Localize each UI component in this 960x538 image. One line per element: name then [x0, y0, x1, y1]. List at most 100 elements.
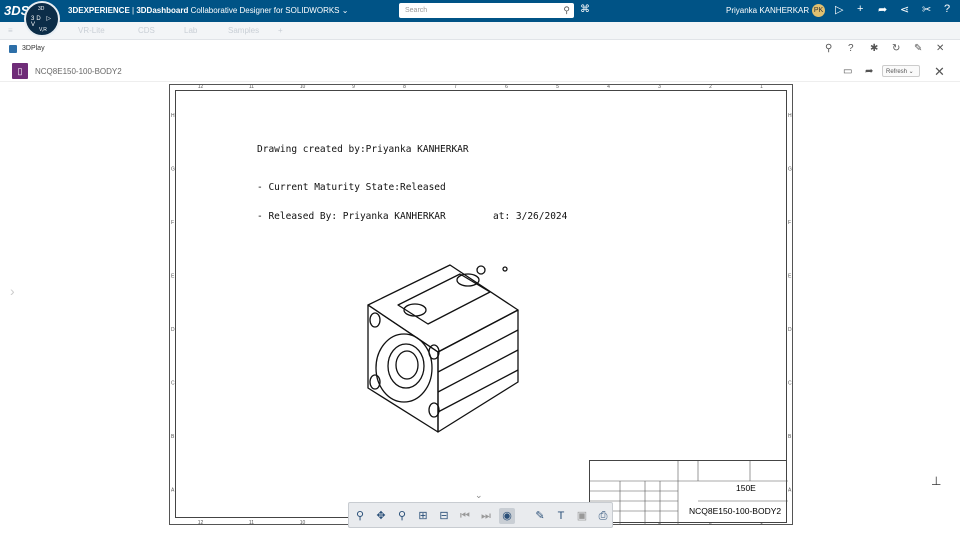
document-name: NCQ8E150-100-BODY2 — [35, 67, 122, 76]
3dplay-icon — [9, 45, 17, 53]
settings-icon[interactable]: ✱ — [870, 43, 878, 54]
help-icon[interactable]: ? — [848, 43, 854, 54]
zone-row-label: A — [171, 487, 175, 493]
pin-icon[interactable]: ✎ — [914, 43, 922, 54]
title-block-part-name: NCQ8E150-100-BODY2 — [689, 506, 782, 516]
comment-icon[interactable]: ▭ — [843, 66, 852, 77]
search-placeholder: Search — [405, 7, 428, 14]
dashboard-name[interactable]: 3DDashboard — [136, 6, 188, 15]
axis-triad-icon: ⊥ — [931, 474, 942, 488]
tag-icon[interactable]: ⌘ — [580, 4, 590, 15]
zone-row-label: C — [171, 380, 175, 386]
title-block-number: 150E — [736, 483, 756, 493]
app-brand: 3DEXPERIENCE | 3DDashboard Collaborative… — [68, 6, 348, 15]
close-icon[interactable]: ✕ — [936, 43, 944, 54]
tools-icon[interactable]: ✂ — [922, 3, 931, 16]
tab-vr-lite[interactable]: VR-Lite — [78, 26, 105, 35]
maturity-state: - Current Maturity State:Released — [257, 182, 446, 193]
image-icon[interactable]: ▣ — [574, 508, 590, 524]
zoom-icon[interactable]: ⚲ — [352, 508, 368, 524]
zone-col-label: 9 — [352, 84, 355, 90]
zone-row-label: H — [171, 113, 175, 119]
platform-name: 3DEXPERIENCE — [68, 6, 130, 15]
help-icon[interactable]: ? — [944, 3, 950, 15]
compass[interactable]: 3D 3D ▷ V V,R — [24, 1, 60, 37]
text-icon[interactable]: T — [553, 508, 569, 524]
pan-icon[interactable]: ✥ — [373, 508, 389, 524]
zone-col-label: 8 — [403, 84, 406, 90]
avatar[interactable]: PK — [812, 4, 825, 17]
zoom-area-icon[interactable]: ⚲ — [394, 508, 410, 524]
play-icon[interactable]: ▷ — [835, 3, 843, 16]
tab-samples[interactable]: Samples — [228, 26, 259, 35]
drawing-file-icon: ▯ — [12, 63, 28, 79]
zone-row-label: G — [171, 166, 175, 172]
search-input[interactable]: Search ⚲ — [399, 3, 574, 18]
zone-row-label: B — [788, 434, 792, 440]
zone-row-label: G — [788, 166, 792, 172]
tab-strip: ≡ VR-Lite CDS Lab Samples + — [0, 22, 960, 40]
search-icon[interactable]: ⚲ — [563, 5, 570, 16]
drawing-created-by: Drawing created by:Priyanka KANHERKAR — [257, 144, 469, 155]
zone-row-label: E — [788, 273, 792, 279]
panel-title: 3DPlay — [22, 45, 45, 52]
user-name[interactable]: Priyanka KANHERKAR — [726, 6, 809, 15]
search-icon[interactable]: ⚲ — [825, 43, 832, 54]
zone-col-label: 7 — [454, 84, 457, 90]
pencil-icon[interactable]: ✎ — [532, 508, 548, 524]
refresh-button[interactable]: Refresh ⌄ — [882, 65, 920, 77]
zone-row-label: F — [171, 220, 174, 226]
share-arrow-icon[interactable]: ➦ — [865, 66, 873, 77]
zone-col-label: 3 — [658, 84, 661, 90]
zone-col-label: 4 — [607, 84, 610, 90]
released-by: - Released By: Priyanka KANHERKAR — [257, 211, 446, 222]
tab-lab[interactable]: Lab — [184, 26, 197, 35]
zoom-in-icon[interactable]: ⊞ — [415, 508, 431, 524]
compass-top: 3D — [38, 6, 45, 12]
zoom-out-icon[interactable]: ⊟ — [436, 508, 452, 524]
refresh-icon[interactable]: ↻ — [892, 43, 900, 54]
zone-col-label: 12 — [198, 520, 204, 525]
next-sheet-icon[interactable]: ⏭ — [478, 508, 494, 524]
add-tab-icon[interactable]: + — [278, 26, 283, 35]
app-name[interactable]: Collaborative Designer for SOLIDWORKS — [191, 6, 340, 15]
viewer-toolbar: ⚲ ✥ ⚲ ⊞ ⊟ ⏮ ⏭ ◉ ✎ T ▣ ⎙ — [348, 502, 613, 528]
zone-col-label: 5 — [556, 84, 559, 90]
previous-sheet-icon[interactable]: ⏮ — [457, 508, 473, 524]
zone-col-label: 1 — [760, 84, 763, 90]
tab-cds[interactable]: CDS — [138, 26, 155, 35]
zone-row-label: B — [171, 434, 175, 440]
title-block: 150E NCQ8E150-100-BODY2 — [589, 460, 788, 524]
zone-row-label: D — [171, 327, 175, 333]
zone-col-label: 12 — [198, 84, 204, 90]
render-mode-icon[interactable]: ◉ — [499, 508, 515, 524]
menu-icon[interactable]: ≡ — [8, 26, 13, 35]
zone-col-label: 2 — [709, 84, 712, 90]
compass-bottom: V,R — [39, 27, 47, 33]
share-icon[interactable]: ⋖ — [900, 3, 909, 16]
print-icon[interactable]: ⎙ — [595, 508, 611, 524]
chevron-down-icon[interactable]: ⌄ — [475, 490, 483, 501]
close-icon[interactable]: ✕ — [934, 64, 945, 80]
refresh-label: Refresh — [886, 69, 908, 75]
cylinder-body-drawing — [367, 264, 519, 433]
zone-row-label: H — [788, 113, 792, 119]
zone-row-label: E — [171, 273, 175, 279]
zone-row-label: C — [788, 380, 792, 386]
zone-row-label: D — [788, 327, 792, 333]
expand-panel-icon[interactable]: › — [10, 283, 15, 299]
chevron-down-icon[interactable]: ⌄ — [342, 6, 349, 15]
zone-col-label: 6 — [505, 84, 508, 90]
zone-col-label: 11 — [249, 84, 254, 90]
zone-row-label: A — [788, 487, 792, 493]
zone-col-label: 11 — [249, 520, 254, 525]
released-at: at: 3/26/2024 — [493, 211, 568, 222]
top-bar: 3DS 3DEXPERIENCE | 3DDashboard Collabora… — [0, 0, 960, 22]
document-bar: ▯ NCQ8E150-100-BODY2 ▭ ➦ Refresh ⌄ ✕ — [0, 60, 960, 82]
zone-col-label: 10 — [300, 84, 306, 90]
add-icon[interactable]: + — [857, 3, 863, 15]
zone-row-label: F — [788, 220, 791, 226]
zone-col-label: 10 — [300, 520, 306, 525]
share-arrow-icon[interactable]: ➦ — [878, 3, 887, 16]
panel-header: 3DPlay ⚲ ? ✱ ↻ ✎ ✕ — [0, 41, 960, 58]
